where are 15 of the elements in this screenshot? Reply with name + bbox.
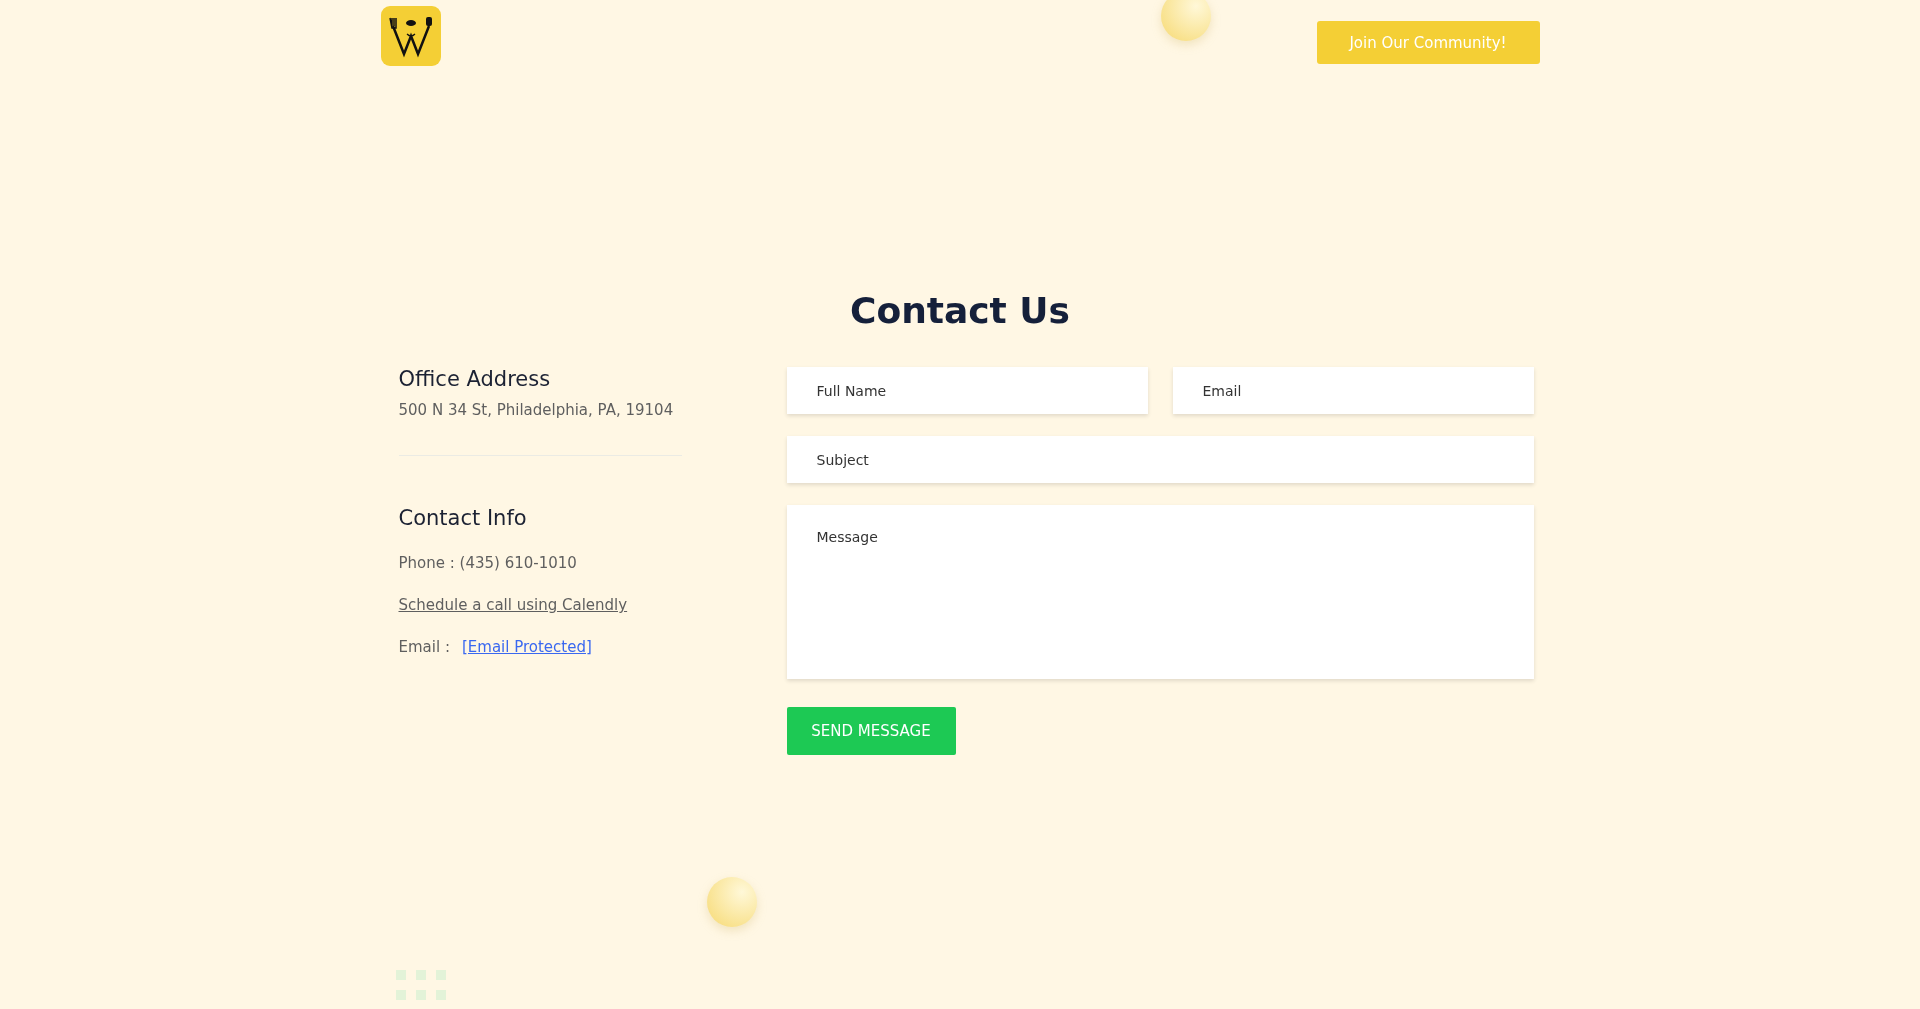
email-field[interactable]: Email [1172,367,1534,414]
decorative-ball [707,877,757,927]
office-heading: Office Address [398,367,551,391]
phone-text: Phone : (435) 610-1010 [398,554,577,572]
page-title: Contact Us [849,290,1071,331]
logo-icon[interactable] [380,6,441,66]
email-link[interactable]: [Email Protected] [461,638,592,656]
dot-grid [396,970,446,1000]
contact-heading: Contact Info [398,506,527,530]
message-field[interactable]: Message [786,505,1534,679]
calendly-link[interactable]: Schedule a call using Calendly [398,596,628,614]
office-address: 500 N 34 St, Philadelphia, PA, 19104 [398,401,674,419]
subject-field[interactable]: Subject [786,436,1534,483]
email-label: Email : [398,638,450,656]
full-name-field[interactable]: Full Name [786,367,1148,414]
